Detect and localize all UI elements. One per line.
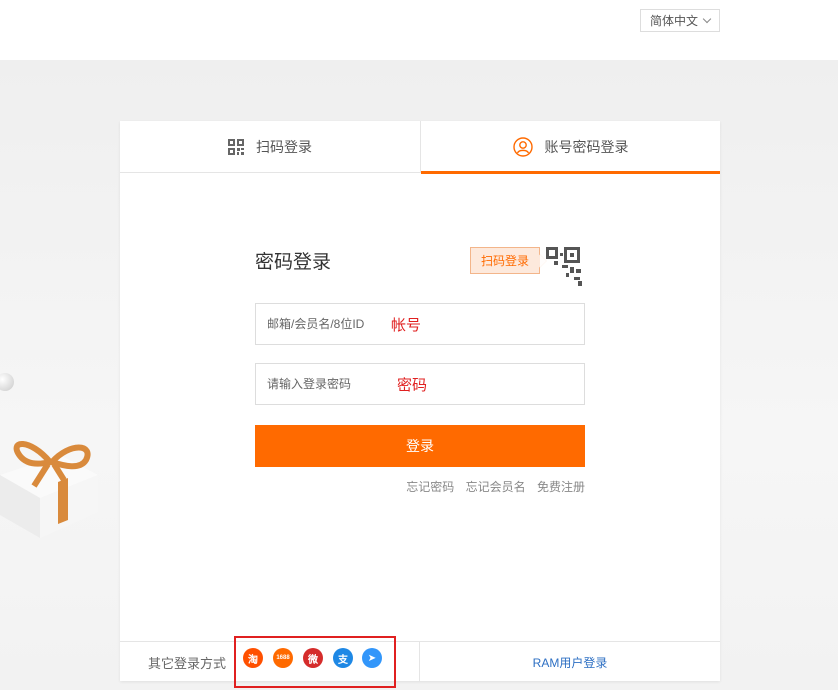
tab-password-login[interactable]: 账号密码登录 xyxy=(420,121,720,174)
tab-qr-login-label: 扫码登录 xyxy=(256,139,312,155)
password-annotation: 密码 xyxy=(397,376,428,394)
chevron-down-icon xyxy=(702,14,712,24)
other-login-methods: 其它登录方式 淘 1688 微 支 ➤ xyxy=(120,636,420,688)
login-button[interactable]: 登录 xyxy=(255,425,585,467)
tab-qr-login[interactable]: 扫码登录 xyxy=(120,121,420,173)
alipay-icon[interactable]: 支 xyxy=(333,648,353,668)
weibo-icon[interactable]: 微 xyxy=(303,648,323,668)
ram-login-link[interactable]: RAM用户登录 xyxy=(420,642,720,682)
account-field[interactable]: 帐号 xyxy=(255,303,585,345)
password-input[interactable] xyxy=(267,377,387,391)
language-label: 简体中文 xyxy=(649,14,698,28)
1688-icon[interactable]: 1688 xyxy=(273,648,293,668)
qr-code-icon xyxy=(228,139,244,155)
social-login-highlight: 淘 1688 微 支 ➤ xyxy=(234,636,396,688)
forgot-member-link[interactable]: 忘记会员名 xyxy=(466,480,526,494)
account-input[interactable] xyxy=(267,317,387,331)
taobao-icon[interactable]: 淘 xyxy=(243,648,263,668)
register-link[interactable]: 免费注册 xyxy=(537,480,585,494)
card-footer: 其它登录方式 淘 1688 微 支 ➤ RAM用户登录 xyxy=(120,636,720,688)
login-tabs: 扫码登录 账号密码登录 xyxy=(120,121,720,174)
language-select[interactable]: 简体中文 xyxy=(640,9,720,32)
scan-login-tip[interactable]: 扫码登录 xyxy=(470,247,540,274)
help-links: 忘记密码 忘记会员名 免费注册 xyxy=(255,478,585,495)
account-annotation: 帐号 xyxy=(391,316,422,334)
login-card: 扫码登录 账号密码登录 密码登录 扫码登录 帐号 密码 登录 忘记密码 xyxy=(120,121,720,688)
user-icon xyxy=(512,137,533,157)
forgot-password-link[interactable]: 忘记密码 xyxy=(406,480,454,494)
top-bar: 简体中文 xyxy=(0,0,838,60)
password-field[interactable]: 密码 xyxy=(255,363,585,405)
tab-password-login-label: 账号密码登录 xyxy=(544,139,629,155)
other-login-label: 其它登录方式 xyxy=(148,655,227,671)
qr-code-icon[interactable] xyxy=(540,245,585,287)
gift-box-decoration xyxy=(0,441,98,538)
form-title: 密码登录 xyxy=(255,252,332,273)
dingtalk-icon[interactable]: ➤ xyxy=(362,648,382,668)
